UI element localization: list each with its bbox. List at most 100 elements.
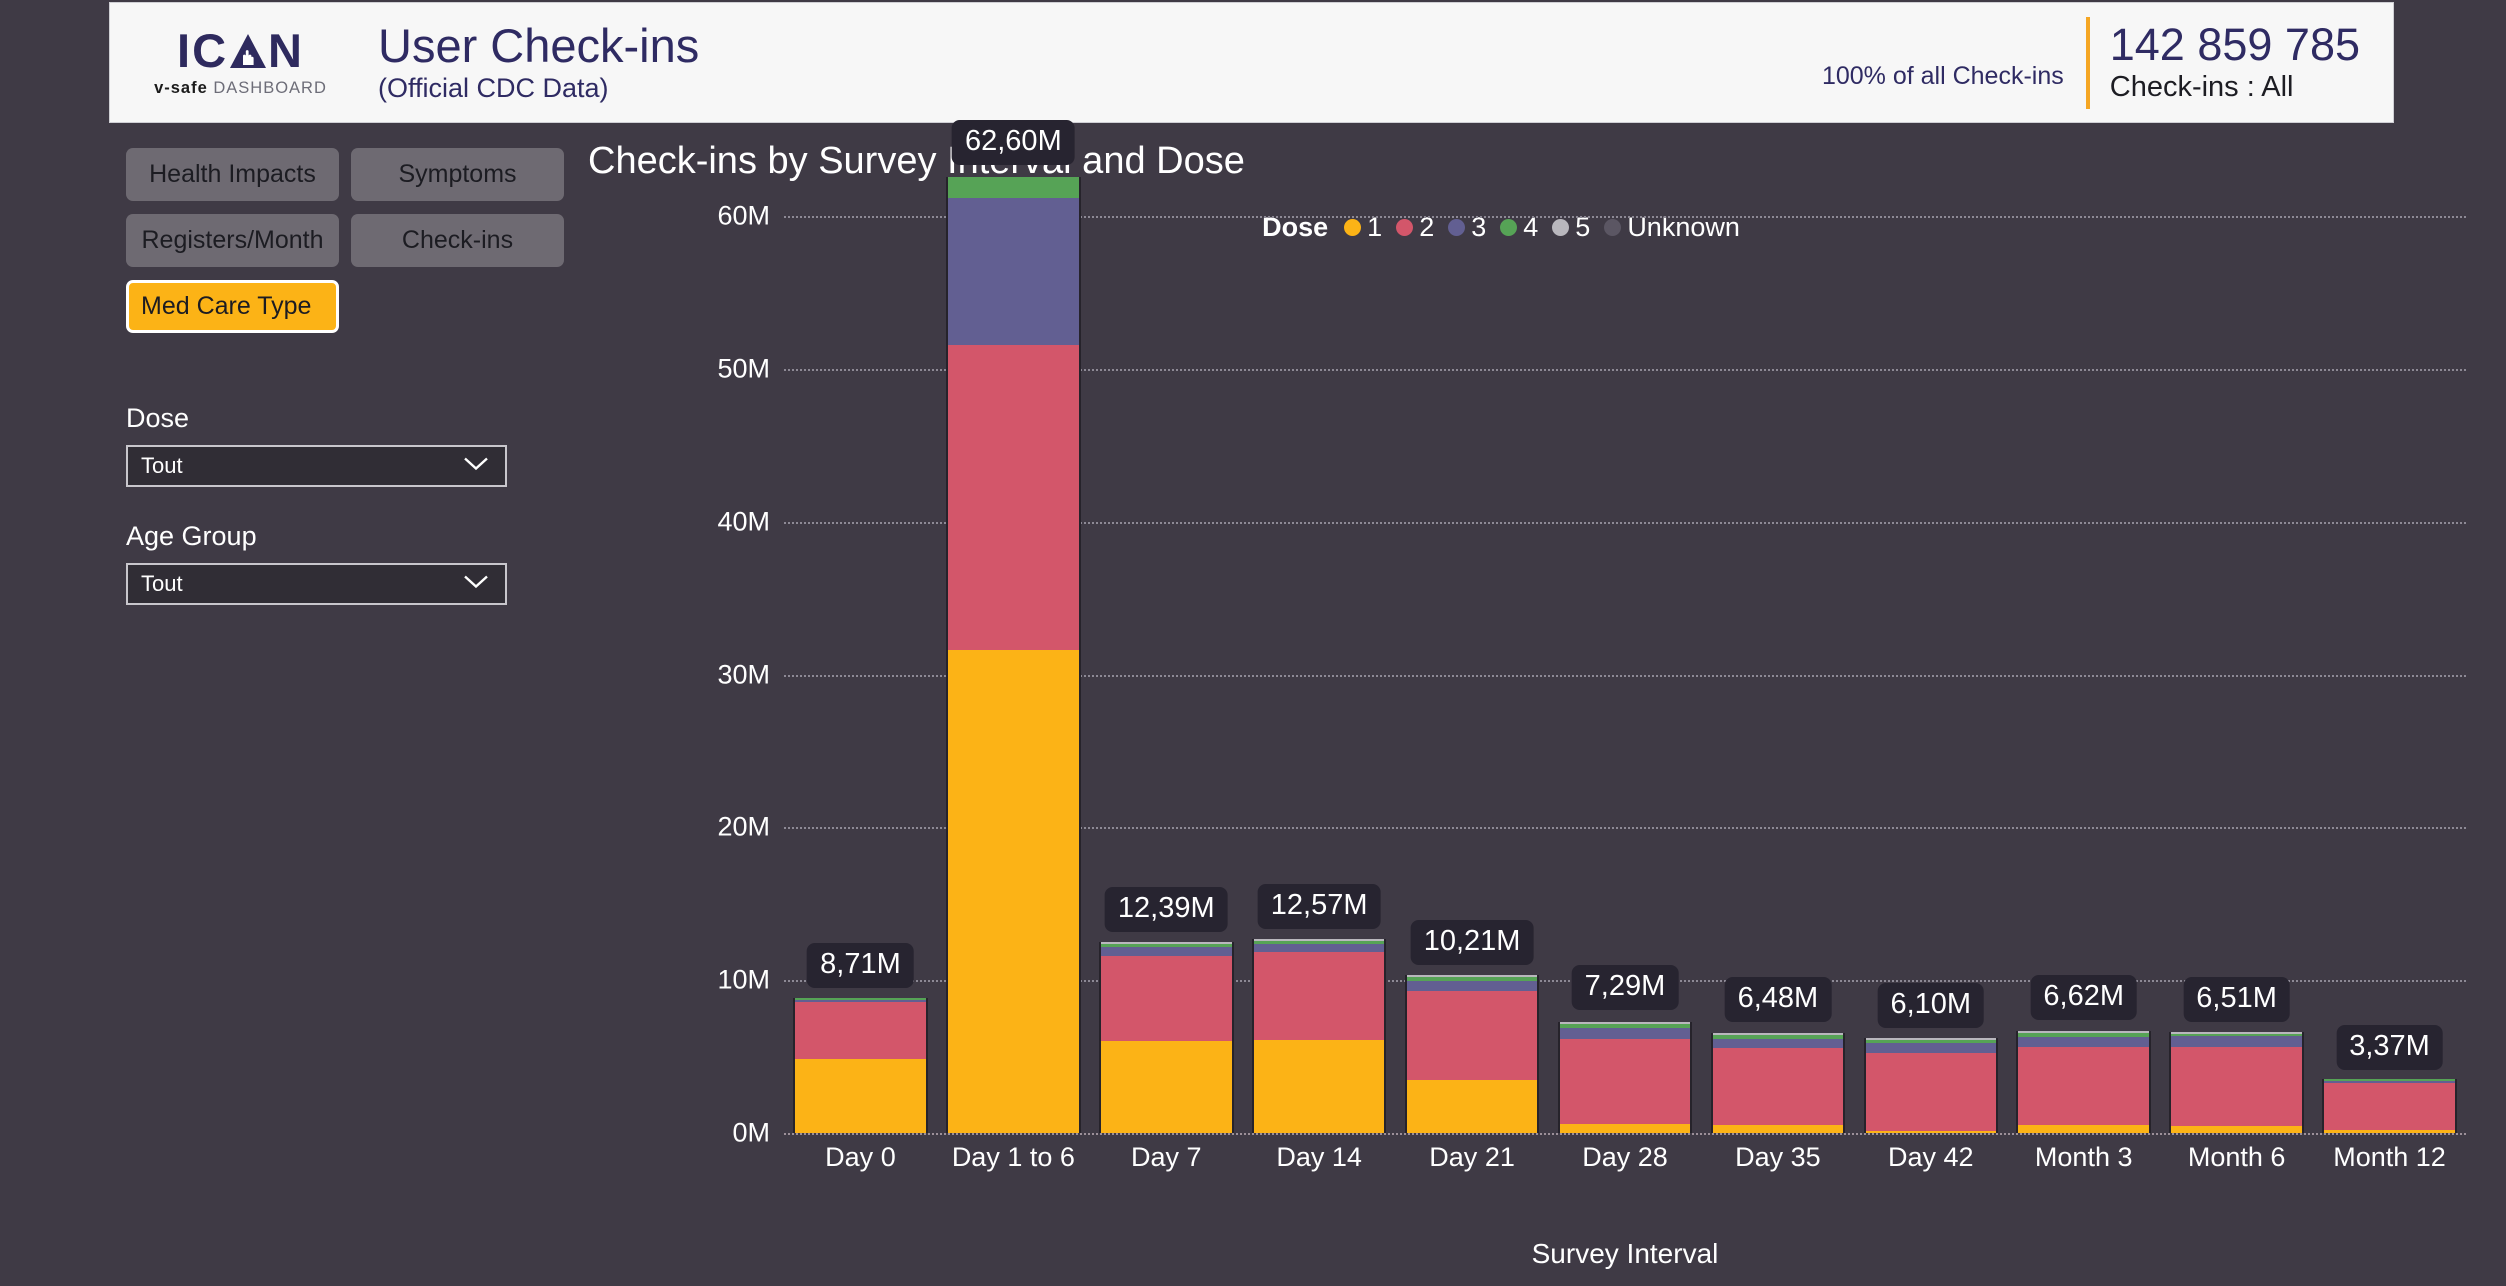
bar-column[interactable]: 6,48M [1701,140,1854,1133]
bar-total-label: 10,21M [1410,920,1534,966]
x-axis-labels: Day 0 Day 1 to 6 Day 7 Day 14 Day 21 Day 28 Da… [784,1140,2466,1175]
bar-segment-dose-1[interactable] [1406,1080,1538,1133]
bar-column[interactable]: 6,62M [2007,140,2160,1133]
filter-age-group-label: Age Group [126,521,257,551]
y-axis-tick-label: 50M [717,353,770,384]
bar-segment-dose-3[interactable] [2018,1036,2149,1047]
kpi-caption: Check-ins : All [2109,71,2294,104]
bar-segment-dose-1[interactable] [1865,1131,1997,1133]
chevron-down-icon [463,456,489,477]
bar-column[interactable]: 8,71M [784,140,937,1133]
bar-stack[interactable] [1251,939,1387,1133]
bar-segment-dose-1[interactable] [795,1058,926,1133]
y-axis-tick-label: 0M [732,1117,770,1148]
nav-button-registers-month[interactable]: Registers/Month [126,214,339,267]
bar-stack[interactable] [2322,1078,2457,1133]
bar-stack[interactable] [793,998,928,1133]
bar-segment-dose-1[interactable] [1712,1124,1844,1133]
bar-segment-dose-1[interactable] [2171,1126,2302,1133]
logo-dashboard-text: DASHBOARD [213,79,327,97]
nav-button-check-ins[interactable]: Check-ins [351,214,564,267]
bar-column[interactable]: 7,29M [1549,140,1702,1133]
bar-series-container: 8,71M 62,60M 12,39M 12,57M 10,21M 7,29M 6,48M 6… [784,119,2466,1133]
bar-total-label: 3,37M [2336,1024,2443,1070]
age-group-select-value: Tout [141,571,183,596]
header-kpi-area: 100% of all Check-ins 142 859 785 Check-… [1822,3,2393,122]
bar-total-label: 6,48M [1724,977,1832,1023]
bar-segment-dose-2[interactable] [948,344,1079,651]
bar-total-label: 6,51M [2183,976,2290,1022]
bar-stack[interactable] [1863,1037,1999,1133]
bar-segment-dose-3[interactable] [1865,1043,1997,1054]
bar-column[interactable]: 62,60M [937,119,1090,1133]
gridline [784,1133,2466,1135]
bar-stack[interactable] [1098,942,1234,1133]
bar-segment-dose-1[interactable] [1100,1040,1232,1133]
bar-segment-dose-2[interactable] [1253,951,1385,1040]
age-group-select[interactable]: Tout [126,563,507,605]
bar-column[interactable]: 6,51M [2160,140,2313,1133]
bar-stack[interactable] [946,176,1081,1133]
bar-stack[interactable] [2016,1030,2151,1133]
bar-segment-dose-2[interactable] [1559,1038,1691,1124]
x-axis-category-label: Month 3 [2034,1142,2133,1172]
bar-segment-dose-2[interactable] [1865,1053,1997,1131]
y-axis-tick-label: 20M [717,811,770,842]
bar-segment-dose-3[interactable] [1100,946,1232,956]
x-axis-category-label: Day 1 to 6 [951,1142,1075,1172]
bar-column[interactable]: 6,10M [1854,140,2007,1133]
x-axis-category-label: Day 7 [1130,1142,1202,1172]
hand-icon [229,32,267,70]
bar-total-label: 6,10M [1877,982,1985,1028]
nav-button-health-impacts[interactable]: Health Impacts [126,148,339,201]
bar-column[interactable]: 12,57M [1243,140,1396,1133]
bar-segment-dose-2[interactable] [795,1002,926,1059]
bar-segment-dose-1[interactable] [1559,1123,1691,1133]
x-axis-category-label: Month 6 [2187,1142,2286,1172]
filter-dose-label: Dose [126,403,190,433]
bar-total-label: 7,29M [1571,964,1679,1010]
bar-segment-dose-1[interactable] [948,650,1079,1133]
bar-segment-dose-3[interactable] [1253,944,1385,952]
logo-subtitle: v-safe DASHBOARD [154,79,327,98]
bar-segment-dose-2[interactable] [1406,990,1538,1081]
bar-stack[interactable] [2169,1031,2304,1133]
bar-segment-dose-1[interactable] [2018,1125,2149,1133]
bar-stack[interactable] [1557,1021,1693,1133]
bar-total-label: 12,57M [1257,883,1381,929]
x-axis-category-label: Day 35 [1735,1142,1821,1172]
bar-total-label: 8,71M [807,942,914,988]
bar-segment-dose-4[interactable] [948,176,1079,199]
x-axis-category-label: Month 12 [2333,1142,2446,1172]
bar-segment-dose-2[interactable] [1712,1048,1844,1125]
bar-segment-dose-2[interactable] [2018,1046,2149,1126]
bar-segment-dose-2[interactable] [1100,955,1232,1041]
kpi-block: 142 859 785 Check-ins : All [2109,19,2360,105]
bar-segment-dose-3[interactable] [1406,981,1538,991]
bar-segment-dose-3[interactable] [2171,1036,2302,1047]
dose-select[interactable]: Tout [126,445,507,487]
bar-stack[interactable] [1710,1032,1846,1133]
y-axis-tick-label: 30M [717,659,770,690]
chart-panel: Check-ins by Survey Interval and Dose Do… [588,119,2488,1280]
bar-segment-dose-1[interactable] [2324,1129,2455,1133]
nav-button-symptoms[interactable]: Symptoms [351,148,564,201]
bar-segment-dose-2[interactable] [2171,1046,2302,1127]
bar-column[interactable]: 3,37M [2313,140,2466,1133]
app-header: IC N v-safe DASHBOARD User Check-ins (Of… [110,3,2393,122]
bar-segment-dose-3[interactable] [948,198,1079,345]
bar-segment-dose-1[interactable] [1253,1039,1385,1133]
y-axis-tick-label: 60M [717,200,770,231]
bar-column[interactable]: 12,39M [1090,140,1243,1133]
nav-button-med-care-type[interactable]: Med Care Type [126,280,339,333]
page-subtitle: (Official CDC Data) [378,72,609,103]
x-axis-category-label: Day 28 [1582,1142,1668,1172]
bar-stack[interactable] [1404,975,1540,1133]
page-title: User Check-ins [378,18,700,72]
x-axis-category-label: Day 14 [1276,1142,1362,1172]
x-axis-category-label: Day 0 [825,1142,896,1172]
bar-segment-dose-3[interactable] [1712,1038,1844,1049]
bar-segment-dose-3[interactable] [1559,1027,1691,1039]
bar-column[interactable]: 10,21M [1396,140,1549,1133]
bar-segment-dose-2[interactable] [2324,1082,2455,1130]
